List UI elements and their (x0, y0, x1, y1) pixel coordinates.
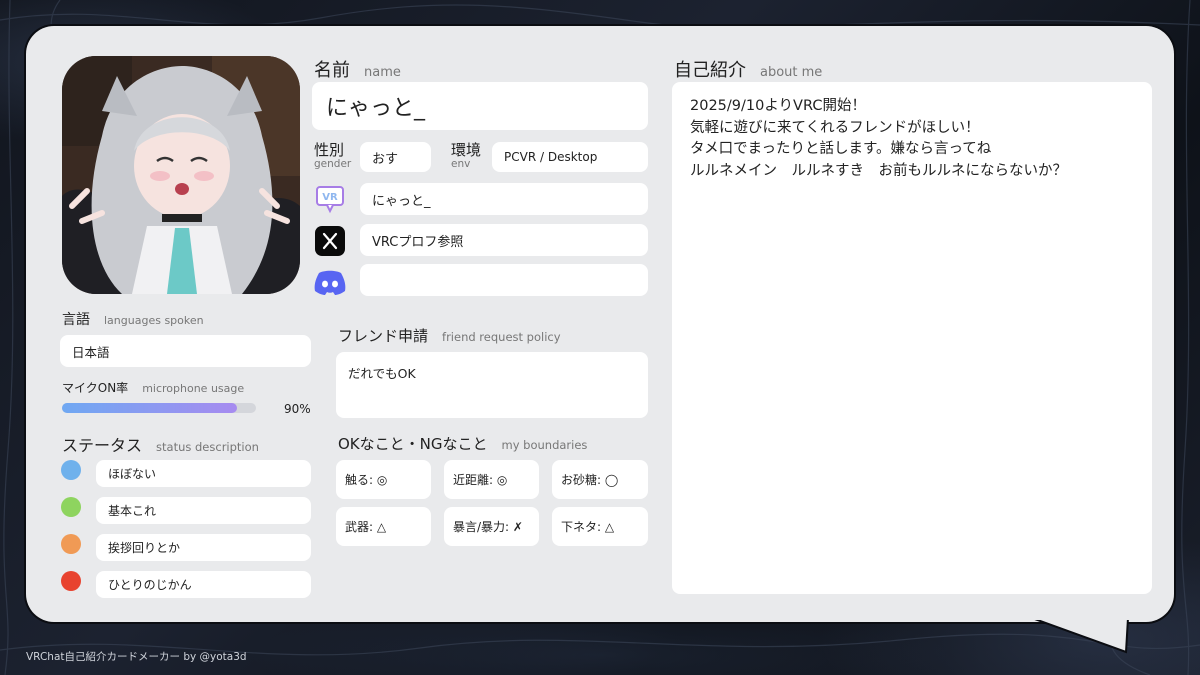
status-text-field[interactable]: ほぼない (96, 460, 311, 487)
languages-label-row: 言語 languages spoken (62, 309, 204, 329)
mic-progress-track (62, 403, 256, 413)
languages-label: 言語 (62, 312, 90, 328)
about-label-row: 自己紹介 about me (674, 56, 822, 82)
boundary-item: お砂糖: ◯ (552, 460, 648, 499)
gender-sub-label: gender (314, 158, 352, 170)
mic-progress-fill (62, 403, 237, 413)
boundary-item: 暴言/暴力: ✗ (444, 507, 539, 546)
vrchat-icon: VR (313, 182, 347, 216)
friend-request-label: フレンド申請 (338, 327, 429, 345)
env-sub-label: env (451, 158, 471, 170)
svg-text:VR: VR (322, 192, 338, 203)
discord-icon (313, 265, 347, 299)
friend-request-label-row: フレンド申請 friend request policy (338, 325, 561, 346)
name-field[interactable]: にゃっと_ (312, 82, 648, 130)
friend-request-field[interactable]: だれでもOK (336, 352, 648, 418)
about-label: 自己紹介 (674, 60, 746, 81)
mic-percent: 90% (284, 402, 311, 416)
languages-sub-label: languages spoken (104, 314, 204, 327)
env-label: 環境 (451, 141, 482, 159)
mic-label-row: マイクON率 microphone usage (62, 379, 244, 396)
discord-account-field[interactable] (360, 264, 648, 296)
friend-request-sub-label: friend request policy (442, 330, 561, 344)
speech-bubble-tail (1032, 618, 1130, 654)
gender-label-block: 性別 gender (314, 143, 351, 171)
x-account-field[interactable]: VRCプロフ参照 (360, 224, 648, 256)
mic-label: マイクON率 (62, 381, 129, 395)
x-logo-icon (313, 224, 347, 258)
status-dot-blue (61, 460, 81, 480)
status-dot-green (61, 497, 81, 517)
boundary-item: 触る: ◎ (336, 460, 431, 499)
status-text-field[interactable]: 挨拶回りとか (96, 534, 311, 561)
gender-label: 性別 (314, 141, 345, 159)
about-me-text: 2025/9/10よりVRC開始！ 気軽に遊びに来てくれるフレンドがほしい！ タ… (690, 98, 1067, 179)
name-label-row: 名前 name (314, 56, 401, 82)
boundary-item: 武器: △ (336, 507, 431, 546)
vrchat-name-field[interactable]: にゃっと_ (360, 183, 648, 215)
boundary-item: 近距離: ◎ (444, 460, 539, 499)
status-text-field[interactable]: ひとりのじかん (96, 571, 311, 598)
status-dot-orange (61, 534, 81, 554)
about-sub-label: about me (760, 65, 823, 80)
avatar-image (62, 56, 300, 294)
status-text-field[interactable]: 基本これ (96, 497, 311, 524)
env-field[interactable]: PCVR / Desktop (492, 142, 648, 172)
env-label-block: 環境 env (451, 143, 481, 171)
gender-field[interactable]: おす (360, 142, 431, 172)
about-me-field[interactable]: 2025/9/10よりVRC開始！ 気軽に遊びに来てくれるフレンドがほしい！ タ… (672, 82, 1152, 594)
boundaries-label-row: OKなこと・NGなこと my boundaries (338, 433, 587, 454)
footer-credit: VRChat自己紹介カードメーカー by @yota3d (26, 651, 247, 663)
status-dot-red (61, 571, 81, 591)
name-sub-label: name (364, 65, 401, 80)
mic-sub-label: microphone usage (142, 382, 245, 395)
boundary-item: 下ネタ: △ (552, 507, 648, 546)
status-label-row: ステータス status description (62, 432, 259, 456)
status-label: ステータス (62, 436, 143, 455)
status-sub-label: status description (156, 440, 259, 454)
boundaries-sub-label: my boundaries (501, 438, 588, 452)
boundaries-label: OKなこと・NGなこと (338, 435, 488, 453)
languages-field[interactable]: 日本語 (60, 335, 311, 367)
name-label: 名前 (314, 60, 350, 81)
